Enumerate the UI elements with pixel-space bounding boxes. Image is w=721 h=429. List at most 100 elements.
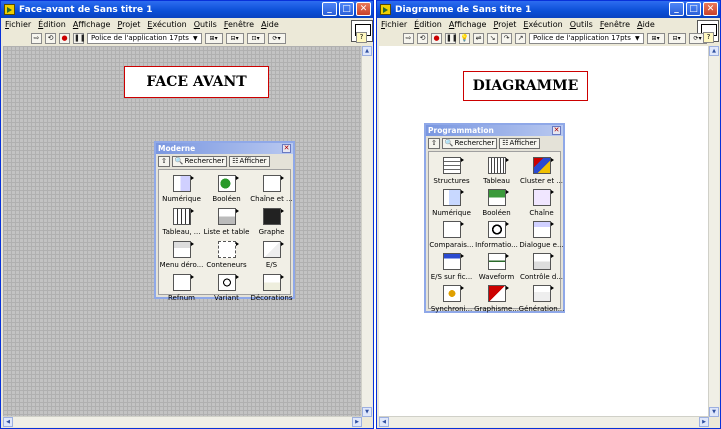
palette-item-chaine[interactable]: Chaîne: [519, 189, 564, 217]
scroll-left-icon[interactable]: ◀: [379, 417, 389, 427]
menu-outils[interactable]: Outils: [194, 20, 217, 29]
step-over-icon[interactable]: ↷: [501, 32, 512, 44]
minimize-button[interactable]: _: [669, 2, 684, 16]
palette-item-dialogue[interactable]: Dialogue e...: [519, 221, 564, 249]
distribute-objects-icon[interactable]: ⊟▾: [667, 32, 686, 44]
run-arrow-icon[interactable]: ⇨: [31, 32, 42, 44]
menu-projet[interactable]: Projet: [117, 20, 140, 29]
maximize-button[interactable]: □: [339, 2, 354, 16]
reorder-icon[interactable]: ⟳▾: [267, 32, 286, 44]
abort-icon[interactable]: ●: [431, 32, 442, 44]
menu-execution[interactable]: Exécution: [147, 20, 186, 29]
menu-fichier[interactable]: Fichier: [5, 20, 31, 29]
search-button[interactable]: 🔍 Rechercher: [441, 138, 498, 149]
minimize-button[interactable]: _: [322, 2, 337, 16]
menu-affichage[interactable]: Affichage: [73, 20, 111, 29]
horizontal-scrollbar[interactable]: ◀ ▶: [3, 416, 362, 427]
palette-item-conteneurs[interactable]: Conteneurs: [204, 241, 249, 269]
palette-title: Programmation: [428, 126, 494, 135]
vertical-scrollbar[interactable]: ▲ ▼: [708, 46, 719, 417]
menu-fichier[interactable]: Fichier: [381, 20, 407, 29]
palette-up-button[interactable]: ⇧: [158, 156, 170, 167]
palette-item-cluster[interactable]: Cluster et ...: [519, 157, 564, 185]
step-out-icon[interactable]: ↗: [515, 32, 526, 44]
palette-item-es-fichiers[interactable]: E/S sur fic...: [429, 253, 474, 281]
palette-up-button[interactable]: ⇧: [428, 138, 440, 149]
palette-item-menu-deroulant[interactable]: Menu déro...: [159, 241, 204, 269]
run-continuously-icon[interactable]: ⟲: [45, 32, 56, 44]
scroll-right-icon[interactable]: ▶: [352, 417, 362, 427]
palette-item-booleen[interactable]: Booléen: [474, 189, 519, 217]
retain-wire-values-icon[interactable]: ⇌: [473, 32, 484, 44]
menu-edition[interactable]: Édition: [38, 20, 66, 29]
palette-item-numerique[interactable]: Numérique: [429, 189, 474, 217]
step-into-icon[interactable]: ↘: [487, 32, 498, 44]
horizontal-scrollbar[interactable]: ◀ ▶: [379, 416, 709, 427]
palette-item-variant[interactable]: Variant: [204, 274, 249, 302]
menu-execution[interactable]: Exécution: [523, 20, 562, 29]
menu-affichage[interactable]: Affichage: [449, 20, 487, 29]
font-select[interactable]: Police de l'application 17pts ▼: [529, 32, 644, 44]
palette-item-chaine[interactable]: Chaîne et ...: [249, 175, 294, 203]
palette-item-comparaison[interactable]: Comparais...: [429, 221, 474, 249]
palette-item-es[interactable]: E/S: [249, 241, 294, 269]
align-objects-icon[interactable]: ⊞▾: [204, 32, 223, 44]
title-bar[interactable]: Diagramme de Sans titre 1 _ □ ✕: [377, 1, 720, 18]
palette-title-bar[interactable]: Moderne ✕: [156, 143, 293, 154]
menu-aide[interactable]: Aide: [261, 20, 279, 29]
palette-item-refnum[interactable]: Refnum: [159, 274, 204, 302]
font-select[interactable]: Police de l'application 17pts ▼: [87, 32, 202, 44]
align-objects-icon[interactable]: ⊞▾: [646, 32, 665, 44]
decorations-icon: [262, 274, 284, 291]
scroll-up-icon[interactable]: ▲: [709, 46, 719, 56]
close-button[interactable]: ✕: [703, 2, 718, 16]
close-icon[interactable]: ✕: [282, 144, 291, 153]
palette-item-decorations[interactable]: Décorations: [249, 274, 294, 302]
abort-icon[interactable]: ●: [59, 32, 70, 44]
palette-item-structures[interactable]: Structures: [429, 157, 474, 185]
close-icon[interactable]: ✕: [552, 126, 561, 135]
scroll-down-icon[interactable]: ▼: [709, 407, 719, 417]
scroll-left-icon[interactable]: ◀: [3, 417, 13, 427]
run-continuously-icon[interactable]: ⟲: [417, 32, 428, 44]
close-button[interactable]: ✕: [356, 2, 371, 16]
search-button[interactable]: 🔍 Rechercher: [171, 156, 228, 167]
palette-item-graphe[interactable]: Graphe: [249, 208, 294, 236]
scroll-up-icon[interactable]: ▲: [362, 46, 372, 56]
menu-fenetre[interactable]: Fenêtre: [600, 20, 630, 29]
palette-item-graphisme[interactable]: Graphisme...: [474, 285, 519, 313]
maximize-button[interactable]: □: [686, 2, 701, 16]
show-button[interactable]: ☷ Afficher: [499, 138, 540, 149]
distribute-objects-icon[interactable]: ⊟▾: [225, 32, 244, 44]
scroll-down-icon[interactable]: ▼: [362, 407, 372, 417]
palette-item-booleen[interactable]: Booléen: [204, 175, 249, 203]
palette-title-bar[interactable]: Programmation ✕: [426, 125, 563, 136]
pause-icon[interactable]: ❚❚: [73, 32, 86, 44]
vertical-scrollbar[interactable]: ▲ ▼: [361, 46, 372, 417]
pause-icon[interactable]: ❚❚: [445, 32, 458, 44]
help-icon[interactable]: ?: [356, 32, 367, 43]
palette-item-generation-rapports[interactable]: Génération...: [519, 285, 564, 313]
palette-item-tableau[interactable]: Tableau, ...: [159, 208, 204, 236]
menu-fenetre[interactable]: Fenêtre: [224, 20, 254, 29]
menu-outils[interactable]: Outils: [570, 20, 593, 29]
palette-item-tableau[interactable]: Tableau: [474, 157, 519, 185]
menu-edition[interactable]: Édition: [414, 20, 442, 29]
run-arrow-icon[interactable]: ⇨: [403, 32, 414, 44]
palette-item-synchronisation[interactable]: Synchroni...: [429, 285, 474, 313]
scroll-right-icon[interactable]: ▶: [699, 417, 709, 427]
palette-item-numerique[interactable]: Numérique: [159, 175, 204, 203]
palette-item-waveform[interactable]: Waveform: [474, 253, 519, 281]
highlight-execution-icon[interactable]: 💡: [459, 32, 470, 44]
resize-objects-icon[interactable]: ⊡▾: [246, 32, 265, 44]
palette-item-controle-application[interactable]: Contrôle d...: [519, 253, 564, 281]
title-bar[interactable]: Face-avant de Sans titre 1 _ □ ✕: [1, 1, 373, 18]
menu-aide[interactable]: Aide: [637, 20, 655, 29]
help-icon[interactable]: ?: [703, 32, 714, 43]
palette-item-information-temps[interactable]: Informatio...: [474, 221, 519, 249]
block-diagram-canvas[interactable]: DIAGRAMME Programmation ✕ ⇧ 🔍 Rechercher ☷…: [379, 46, 709, 417]
front-panel-canvas[interactable]: FACE AVANT Moderne ✕ ⇧ 🔍 Rechercher ☷ Affic…: [3, 46, 362, 417]
show-button[interactable]: ☷ Afficher: [229, 156, 270, 167]
menu-projet[interactable]: Projet: [493, 20, 516, 29]
palette-item-liste-table[interactable]: Liste et table: [204, 208, 249, 236]
